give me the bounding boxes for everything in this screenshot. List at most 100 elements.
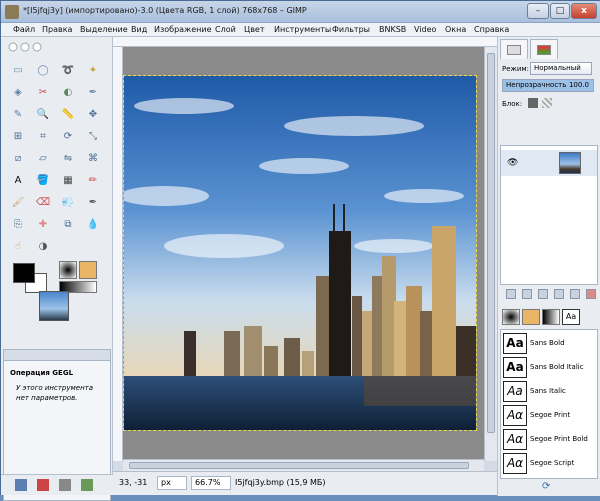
lock-pixels-icon[interactable] bbox=[528, 98, 538, 108]
menu-select[interactable]: Выделение bbox=[80, 25, 128, 34]
refresh-fonts-icon[interactable]: ⟳ bbox=[542, 481, 550, 492]
heal-icon[interactable]: ✚ bbox=[34, 215, 52, 233]
font-list-item[interactable]: Aa Sans Italic bbox=[501, 380, 597, 404]
menu-video[interactable]: Video bbox=[414, 25, 436, 34]
zoom-icon[interactable]: 🔍 bbox=[34, 105, 52, 123]
tab-fonts[interactable]: Aa bbox=[562, 309, 580, 325]
menu-view[interactable]: Вид bbox=[131, 25, 147, 34]
bucket-fill-icon[interactable]: 🪣 bbox=[34, 171, 52, 189]
lock-alpha-icon[interactable] bbox=[542, 98, 552, 108]
airbrush-icon[interactable]: 💨 bbox=[59, 193, 77, 211]
measure-icon[interactable]: 📏 bbox=[59, 105, 77, 123]
lower-layer-icon[interactable] bbox=[538, 289, 548, 299]
ink-icon[interactable]: ✒ bbox=[84, 193, 102, 211]
font-name: Segoe Print Bold bbox=[530, 435, 588, 443]
vertical-ruler[interactable] bbox=[113, 47, 123, 461]
delete-layer-icon[interactable] bbox=[586, 289, 596, 299]
lasso-icon[interactable]: ➰ bbox=[59, 61, 77, 79]
save-options-icon[interactable] bbox=[15, 479, 27, 491]
unit-select[interactable]: px bbox=[157, 476, 187, 490]
menu-layer[interactable]: Слой bbox=[215, 25, 236, 34]
color-picker-icon[interactable]: ✎ bbox=[9, 105, 27, 123]
font-list-item[interactable]: Aα Segoe Print bbox=[501, 404, 597, 428]
cage-icon[interactable]: ⌘ bbox=[84, 149, 102, 167]
layer-mode-select[interactable]: Нормальный bbox=[530, 62, 592, 75]
raise-layer-icon[interactable] bbox=[522, 289, 532, 299]
menu-file[interactable]: Файл bbox=[13, 25, 35, 34]
reset-options-icon[interactable] bbox=[81, 479, 93, 491]
menu-filters[interactable]: Фильтры bbox=[332, 25, 370, 34]
scale-icon[interactable]: ⤡ bbox=[84, 127, 102, 145]
toolbox: ▭ ◯ ➰ ✦ ◈ ✂ ◐ ✒ ✎ 🔍 📏 ✥ ⊞ ⌗ ⟳ ⤡ ⧄ ▱ ⇋ ⌘ A 🪣 ▦ ✏ 🖌 ⌫ 💨 ✒ ⎘ ✚ ⧉ 💧 ☝ ◑ Опера… bbox=[1, 37, 113, 501]
foreground-color-swatch[interactable] bbox=[13, 263, 35, 283]
move-icon[interactable]: ✥ bbox=[84, 105, 102, 123]
eye-icon[interactable]: 👁 bbox=[507, 158, 518, 168]
font-list-item[interactable]: Aα Segoe Print Bold bbox=[501, 428, 597, 452]
horizontal-scroll-thumb[interactable] bbox=[129, 462, 469, 469]
paths-icon[interactable]: ✒ bbox=[84, 83, 102, 101]
font-list-item[interactable]: Aa Sans Bold bbox=[501, 332, 597, 356]
pattern-preview[interactable] bbox=[79, 261, 97, 279]
minimize-button[interactable]: – bbox=[527, 3, 549, 19]
clone-icon[interactable]: ⎘ bbox=[9, 215, 27, 233]
horizontal-ruler[interactable] bbox=[113, 37, 497, 47]
tab-channels[interactable] bbox=[530, 39, 558, 59]
menu-bnksb[interactable]: BNKSB bbox=[379, 25, 406, 34]
menu-edit[interactable]: Правка bbox=[42, 25, 72, 34]
perspective-icon[interactable]: ▱ bbox=[34, 149, 52, 167]
foreground-select-icon[interactable]: ◐ bbox=[59, 83, 77, 101]
fonts-list[interactable]: Aa Sans Bold Aa Sans Bold Italic Aa Sans Ital… bbox=[500, 329, 598, 479]
dodge-burn-icon[interactable]: ◑ bbox=[34, 237, 52, 255]
font-list-item[interactable]: Aa Sans Bold Italic bbox=[501, 356, 597, 380]
tab-layers[interactable] bbox=[500, 39, 528, 59]
text-icon[interactable]: A bbox=[9, 171, 27, 189]
blur-icon[interactable]: 💧 bbox=[84, 215, 102, 233]
tool-options-text: У этого инструмента нет параметров. bbox=[16, 384, 94, 402]
shear-icon[interactable]: ⧄ bbox=[9, 149, 27, 167]
flip-icon[interactable]: ⇋ bbox=[59, 149, 77, 167]
perspective-clone-icon[interactable]: ⧉ bbox=[59, 215, 77, 233]
layers-list[interactable]: 👁 bbox=[500, 145, 598, 285]
scissors-icon[interactable]: ✂ bbox=[34, 83, 52, 101]
close-button[interactable]: x bbox=[571, 3, 597, 19]
duplicate-layer-icon[interactable] bbox=[554, 289, 564, 299]
maximize-button[interactable]: □ bbox=[550, 3, 570, 19]
tab-brushes[interactable] bbox=[502, 309, 520, 325]
restore-options-icon[interactable] bbox=[37, 479, 49, 491]
crop-icon[interactable]: ⌗ bbox=[34, 127, 52, 145]
fuzzy-select-icon[interactable]: ✦ bbox=[84, 61, 102, 79]
menu-help[interactable]: Справка bbox=[474, 25, 509, 34]
menu-windows[interactable]: Окна bbox=[445, 25, 466, 34]
eraser-icon[interactable]: ⌫ bbox=[34, 193, 52, 211]
ellipse-select-icon[interactable]: ◯ bbox=[34, 61, 52, 79]
align-icon[interactable]: ⊞ bbox=[9, 127, 27, 145]
image-canvas[interactable] bbox=[123, 75, 477, 431]
tab-gradients[interactable] bbox=[542, 309, 560, 325]
font-list-item[interactable]: Aα Segoe Script bbox=[501, 452, 597, 476]
fg-bg-colors[interactable] bbox=[13, 263, 47, 293]
menu-color[interactable]: Цвет bbox=[244, 25, 265, 34]
active-image-thumbnail[interactable] bbox=[39, 291, 69, 321]
new-layer-icon[interactable] bbox=[506, 289, 516, 299]
opacity-slider[interactable]: Непрозрачность 100.0 bbox=[502, 79, 594, 92]
horizontal-scrollbar[interactable] bbox=[123, 459, 484, 471]
rotate-icon[interactable]: ⟳ bbox=[59, 127, 77, 145]
tab-patterns[interactable] bbox=[522, 309, 540, 325]
vertical-scroll-thumb[interactable] bbox=[487, 53, 495, 433]
title-bar[interactable]: *[I5jfqj3y] (импортировано)-3.0 (Цвета R… bbox=[1, 1, 600, 23]
layer-row[interactable]: 👁 bbox=[501, 150, 597, 176]
anchor-layer-icon[interactable] bbox=[570, 289, 580, 299]
vertical-scrollbar[interactable] bbox=[484, 47, 497, 461]
rect-select-icon[interactable]: ▭ bbox=[9, 61, 27, 79]
menu-image[interactable]: Изображение bbox=[154, 25, 212, 34]
brush-preview[interactable] bbox=[59, 261, 77, 279]
menu-tools[interactable]: Инструменты bbox=[274, 25, 331, 34]
paintbrush-icon[interactable]: 🖌 bbox=[9, 193, 27, 211]
smudge-icon[interactable]: ☝ bbox=[9, 237, 27, 255]
blend-icon[interactable]: ▦ bbox=[59, 171, 77, 189]
color-select-icon[interactable]: ◈ bbox=[9, 83, 27, 101]
zoom-select[interactable]: 66.7% bbox=[191, 476, 231, 490]
right-dock: Режим: Нормальный Непрозрачность 100.0 Б… bbox=[497, 37, 600, 496]
delete-options-icon[interactable] bbox=[59, 479, 71, 491]
pencil-icon[interactable]: ✏ bbox=[84, 171, 102, 189]
